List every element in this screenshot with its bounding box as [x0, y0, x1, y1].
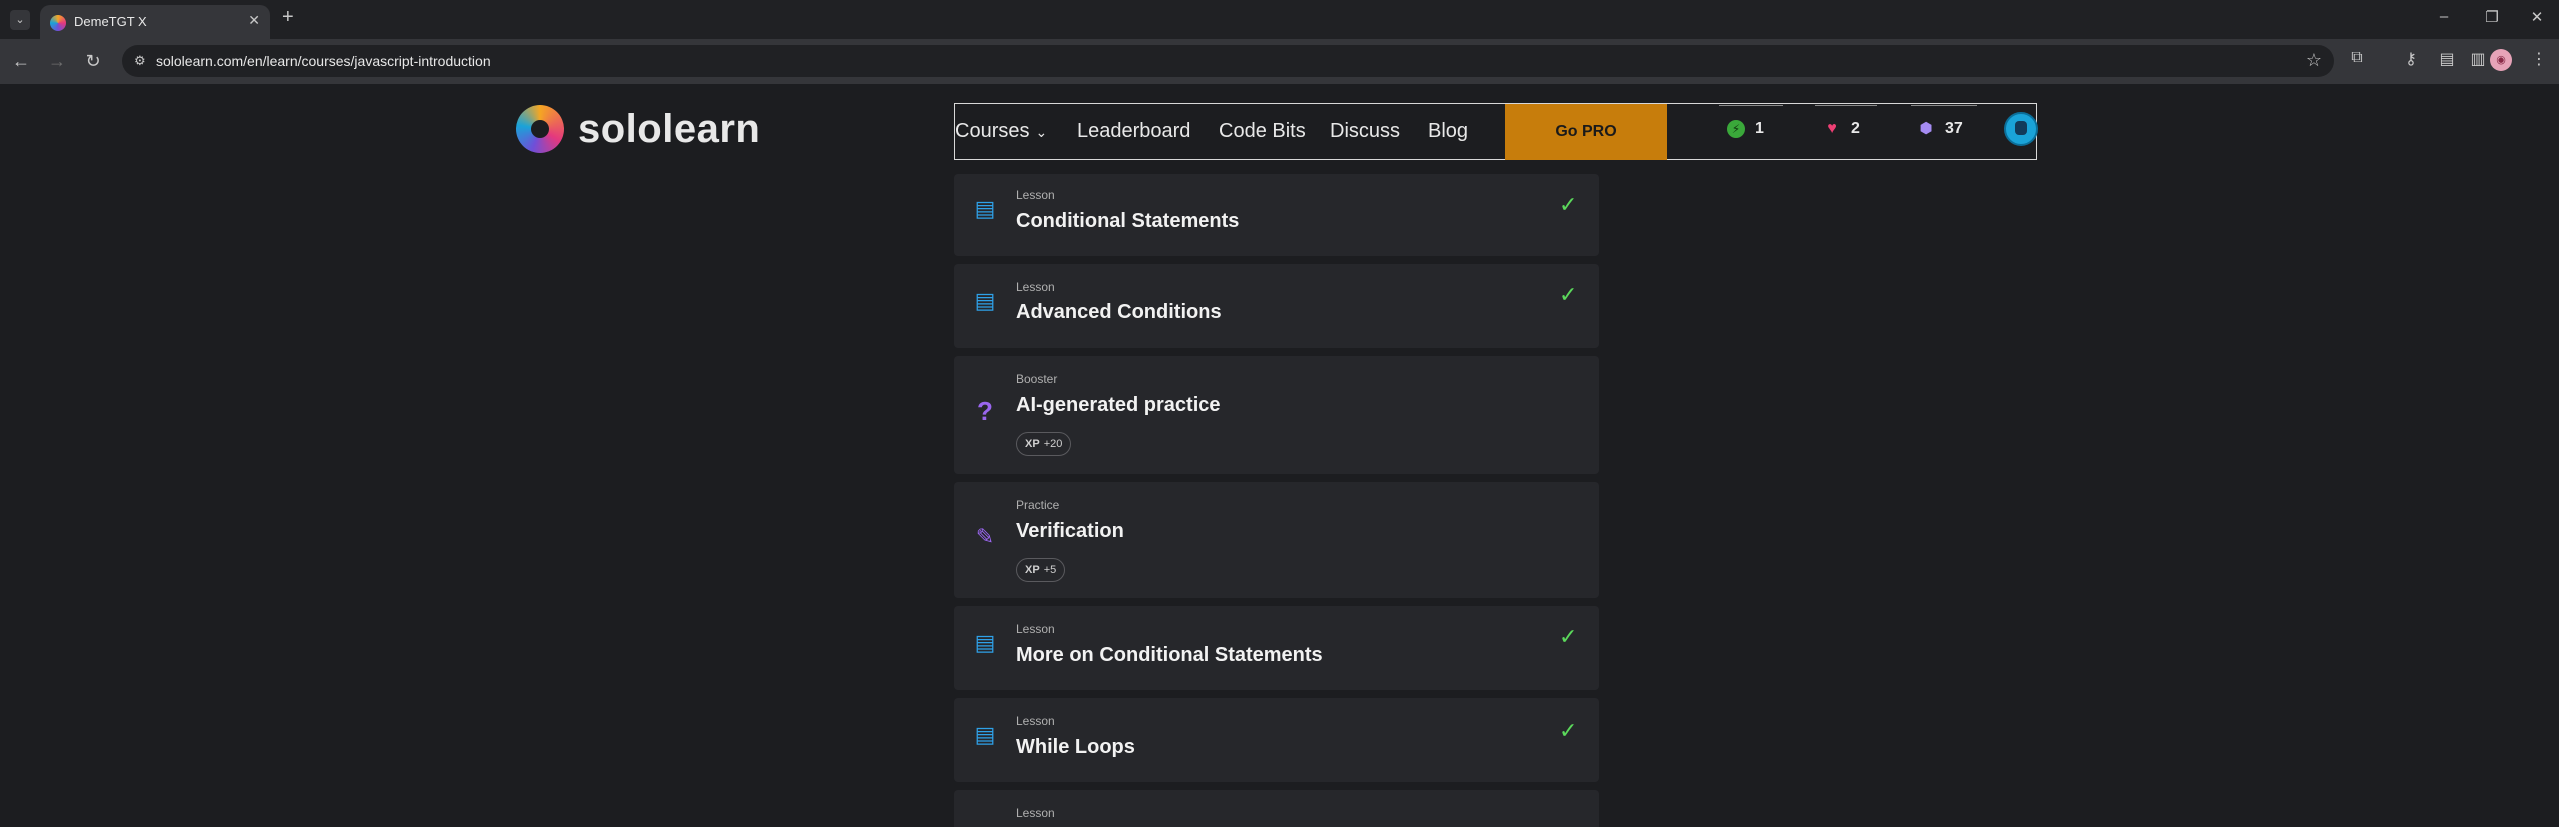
chevron-down-icon: ⌄ [1035, 124, 1048, 140]
lesson-icon: ▤ [974, 288, 996, 313]
item-type: Practice [1016, 498, 1060, 512]
xp-value: +20 [1043, 438, 1063, 450]
sololearn-page: sololearn Courses ⌄ Leaderboard Code Bits… [0, 84, 2559, 827]
forward-icon[interactable]: → [47, 51, 67, 72]
item-title: Conditional Statements [1016, 210, 1240, 232]
item-title: Advanced Conditions [1016, 301, 1222, 323]
item-type: Lesson [1016, 806, 1055, 820]
completed-check-icon: ✓ [1559, 718, 1578, 743]
course-item-lesson[interactable]: Lesson [954, 790, 1599, 827]
item-type: Lesson [1016, 714, 1055, 728]
gem-icon: ⬢ [1919, 120, 1933, 137]
course-item-lesson[interactable]: ▤ Lesson More on Conditional Statements … [954, 606, 1599, 690]
address-bar[interactable]: ⚙ sololearn.com/en/learn/courses/javascr… [122, 45, 2334, 77]
browser-tab[interactable]: DemeTGT X ✕ [40, 5, 270, 39]
item-type: Lesson [1016, 188, 1055, 202]
stat-divider [1815, 105, 1877, 106]
minimize-icon[interactable]: – [2434, 8, 2454, 25]
gems-counter[interactable]: ⬢ 37 [1911, 105, 1977, 144]
back-icon[interactable]: ← [11, 51, 31, 72]
go-pro-button[interactable]: Go PRO [1505, 104, 1667, 160]
profile-avatar[interactable]: ◉ [2490, 49, 2512, 71]
pencil-icon: ✎ [975, 524, 995, 549]
nav-courses[interactable]: Courses ⌄ [955, 120, 1047, 143]
item-title: More on Conditional Statements [1016, 644, 1323, 666]
site-info-icon[interactable]: ⚙ [134, 53, 150, 69]
course-item-lesson[interactable]: ▤ Lesson Conditional Statements ✓ [954, 174, 1599, 256]
browser-toolbar: ← → ↻ ⚙ sololearn.com/en/learn/courses/j… [0, 39, 2559, 84]
streak-value: 1 [1755, 120, 1764, 137]
restore-icon[interactable]: ❐ [2482, 8, 2502, 26]
window-close-icon[interactable]: ✕ [2527, 8, 2547, 26]
stat-divider [1911, 105, 1977, 106]
browser-menu-icon[interactable]: ⋮ [2528, 49, 2550, 69]
streak-bolt-icon: ⚡ [1727, 120, 1745, 138]
completed-check-icon: ✓ [1559, 282, 1578, 307]
stat-divider [1719, 105, 1783, 106]
item-title: Verification [1016, 520, 1124, 542]
nav-courses-label: Courses [955, 120, 1030, 142]
completed-check-icon: ✓ [1559, 624, 1578, 649]
hearts-counter[interactable]: ♥ 2 [1815, 105, 1877, 144]
gems-value: 37 [1945, 120, 1963, 137]
lesson-icon: ▤ [974, 722, 996, 747]
xp-label: XP [1025, 564, 1040, 576]
item-title: While Loops [1016, 736, 1135, 758]
tab-search-chevron-icon[interactable]: ⌄ [10, 10, 30, 30]
side-panel-icon[interactable]: ▥ [2467, 49, 2489, 69]
item-type: Lesson [1016, 280, 1055, 294]
lesson-icon: ▤ [974, 196, 996, 221]
reading-mode-icon[interactable]: ▤ [2436, 49, 2458, 69]
course-item-practice[interactable]: ✎ Practice Verification XP +5 [954, 482, 1599, 598]
completed-check-icon: ✓ [1559, 192, 1578, 217]
nav-blog[interactable]: Blog [1428, 120, 1468, 143]
item-type: Lesson [1016, 622, 1055, 636]
sololearn-favicon-icon [50, 15, 66, 31]
nav-code-bits[interactable]: Code Bits [1219, 120, 1306, 143]
reload-icon[interactable]: ↻ [83, 51, 103, 72]
xp-value: +5 [1043, 564, 1057, 576]
item-title: AI-generated practice [1016, 394, 1221, 416]
url-text[interactable]: sololearn.com/en/learn/courses/javascrip… [156, 53, 491, 69]
course-item-lesson[interactable]: ▤ Lesson While Loops ✓ [954, 698, 1599, 782]
tab-close-icon[interactable]: ✕ [248, 12, 260, 29]
item-type: Booster [1016, 372, 1058, 386]
user-avatar[interactable] [2004, 112, 2038, 146]
xp-label: XP [1025, 438, 1040, 450]
question-mark-icon: ? [977, 396, 993, 426]
top-navigation: Courses ⌄ Leaderboard Code Bits Discuss B… [954, 103, 2038, 160]
streak-counter[interactable]: ⚡ 1 [1719, 105, 1783, 144]
nav-discuss[interactable]: Discuss [1330, 120, 1400, 143]
hearts-value: 2 [1851, 120, 1860, 137]
tab-title: DemeTGT X [74, 14, 147, 29]
heart-icon: ♥ [1827, 120, 1837, 137]
xp-badge: XP +5 [1016, 558, 1066, 582]
lesson-icon: ▤ [974, 630, 996, 655]
extensions-icon[interactable]: ⧉ [2346, 49, 2368, 67]
course-item-booster[interactable]: ? Booster AI-generated practice XP +20 [954, 356, 1599, 474]
nav-leaderboard[interactable]: Leaderboard [1077, 120, 1190, 143]
course-item-lesson[interactable]: ▤ Lesson Advanced Conditions ✓ [954, 264, 1599, 348]
new-tab-button[interactable]: + [282, 6, 294, 29]
logo-text: sololearn [578, 107, 761, 151]
password-key-icon[interactable]: ⚷ [2400, 49, 2422, 69]
browser-tab-strip: ⌄ DemeTGT X ✕ + – ❐ ✕ [0, 0, 2559, 39]
xp-badge: XP +20 [1016, 432, 1072, 456]
sololearn-logo-icon [516, 105, 564, 153]
bookmark-star-icon[interactable]: ☆ [2306, 50, 2322, 71]
